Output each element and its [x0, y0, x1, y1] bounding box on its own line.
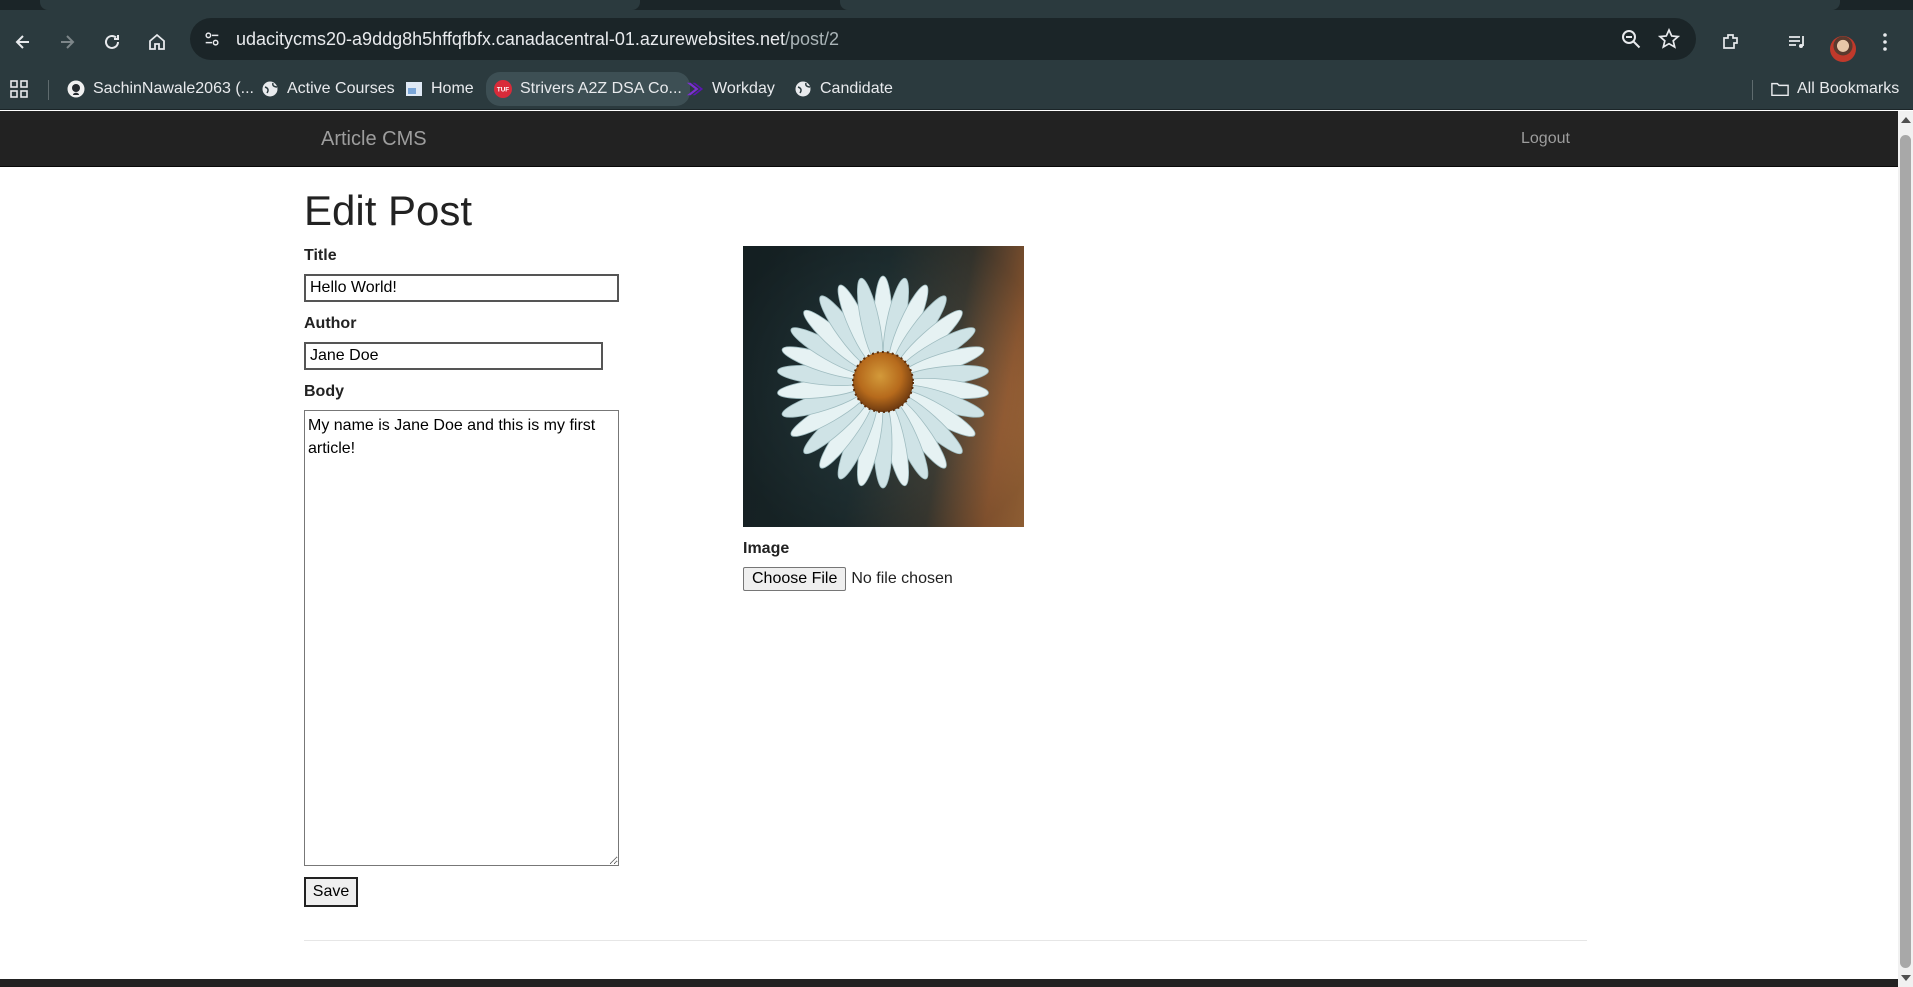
footer-divider: [304, 940, 1587, 941]
arrow-right-icon: [61, 35, 75, 49]
page-footer-bar: [0, 979, 1898, 987]
media-controls-icon[interactable]: [1784, 29, 1810, 55]
bookmarks-separator: [48, 80, 49, 100]
title-input[interactable]: [304, 274, 619, 302]
bookmark-label: SachinNawale2063 (...: [93, 80, 254, 97]
bookmark-workday[interactable]: Workday: [686, 77, 775, 101]
bookmark-github[interactable]: SachinNawale2063 (...: [67, 77, 254, 101]
globe-icon: [261, 80, 279, 98]
browser-tabstrip: [0, 0, 1913, 10]
arrow-left-icon: [15, 35, 29, 49]
post-image-preview: [743, 246, 1024, 527]
url-path: /post/2: [785, 29, 840, 49]
bookmark-active-courses[interactable]: Active Courses: [261, 77, 395, 101]
workday-icon: [686, 80, 704, 98]
bookmarks-separator: [1752, 80, 1753, 100]
image-label: Image: [743, 540, 790, 557]
page-scrollbar[interactable]: [1898, 111, 1913, 987]
author-input[interactable]: [304, 342, 603, 370]
zoom-icon[interactable]: [1620, 28, 1642, 50]
home-icon: [149, 33, 165, 50]
bookmark-candidate[interactable]: Candidate: [794, 77, 893, 101]
browser-toolbar: udacitycms20-a9ddg8h5hffqfbfx.canadacent…: [0, 10, 1913, 68]
url-host: udacitycms20-a9ddg8h5hffqfbfx.canadacent…: [236, 29, 786, 49]
author-label: Author: [304, 315, 357, 332]
globe-icon: [794, 80, 812, 98]
reload-icon: [105, 34, 119, 49]
choose-file-button[interactable]: Choose File: [743, 567, 847, 591]
scroll-down-arrow[interactable]: [1901, 975, 1911, 981]
apps-grid-icon[interactable]: [9, 77, 29, 101]
back-button[interactable]: [8, 27, 38, 57]
folder-icon: [1771, 80, 1789, 98]
address-bar[interactable]: udacitycms20-a9ddg8h5hffqfbfx.canadacent…: [190, 18, 1696, 60]
bookmark-home[interactable]: Home: [405, 77, 474, 101]
scroll-up-arrow[interactable]: [1901, 117, 1911, 123]
browser-tab[interactable]: [840, 0, 1840, 10]
bookmark-label: Workday: [712, 80, 775, 97]
browser-tab[interactable]: [40, 0, 640, 10]
svg-text:TUF: TUF: [497, 87, 509, 94]
page-title: Edit Post: [304, 187, 473, 234]
bookmark-label: Home: [431, 80, 474, 97]
bookmarks-bar: SachinNawale2063 (... Active Courses Hom…: [0, 68, 1913, 110]
file-input[interactable]: Choose File No file chosen: [743, 567, 953, 591]
extensions-icon[interactable]: [1718, 29, 1744, 55]
save-button[interactable]: Save: [304, 877, 358, 907]
logout-link[interactable]: Logout: [1521, 130, 1570, 148]
bookmark-label: Strivers A2Z DSA Co...: [520, 80, 682, 97]
url-text[interactable]: udacitycms20-a9ddg8h5hffqfbfx.canadacent…: [236, 29, 839, 50]
site-info-icon[interactable]: [200, 27, 224, 51]
forward-button[interactable]: [52, 27, 82, 57]
site-navbar: Article CMS Logout: [0, 111, 1898, 167]
page-icon: [405, 80, 423, 98]
bookmark-label: Candidate: [820, 80, 893, 97]
body-label: Body: [304, 383, 344, 400]
brand-link[interactable]: Article CMS: [321, 128, 427, 151]
scrollbar-thumb[interactable]: [1900, 135, 1911, 968]
home-button[interactable]: [142, 27, 172, 57]
body-textarea[interactable]: My name is Jane Doe and this is my first…: [304, 410, 619, 866]
reload-button[interactable]: [97, 27, 127, 57]
profile-avatar[interactable]: [1830, 36, 1856, 62]
bookmark-star-icon[interactable]: [1658, 28, 1680, 50]
browser-menu-icon[interactable]: [1872, 29, 1898, 55]
bookmark-strivers[interactable]: TUF Strivers A2Z DSA Co...: [486, 72, 690, 106]
daisy-image: [743, 246, 1024, 527]
all-bookmarks-label: All Bookmarks: [1797, 80, 1900, 97]
no-file-text: No file chosen: [851, 570, 953, 587]
github-icon: [67, 80, 85, 98]
all-bookmarks[interactable]: All Bookmarks: [1771, 77, 1899, 101]
title-label: Title: [304, 247, 337, 264]
tuf-icon: TUF: [494, 80, 512, 98]
bookmark-label: Active Courses: [287, 80, 395, 97]
